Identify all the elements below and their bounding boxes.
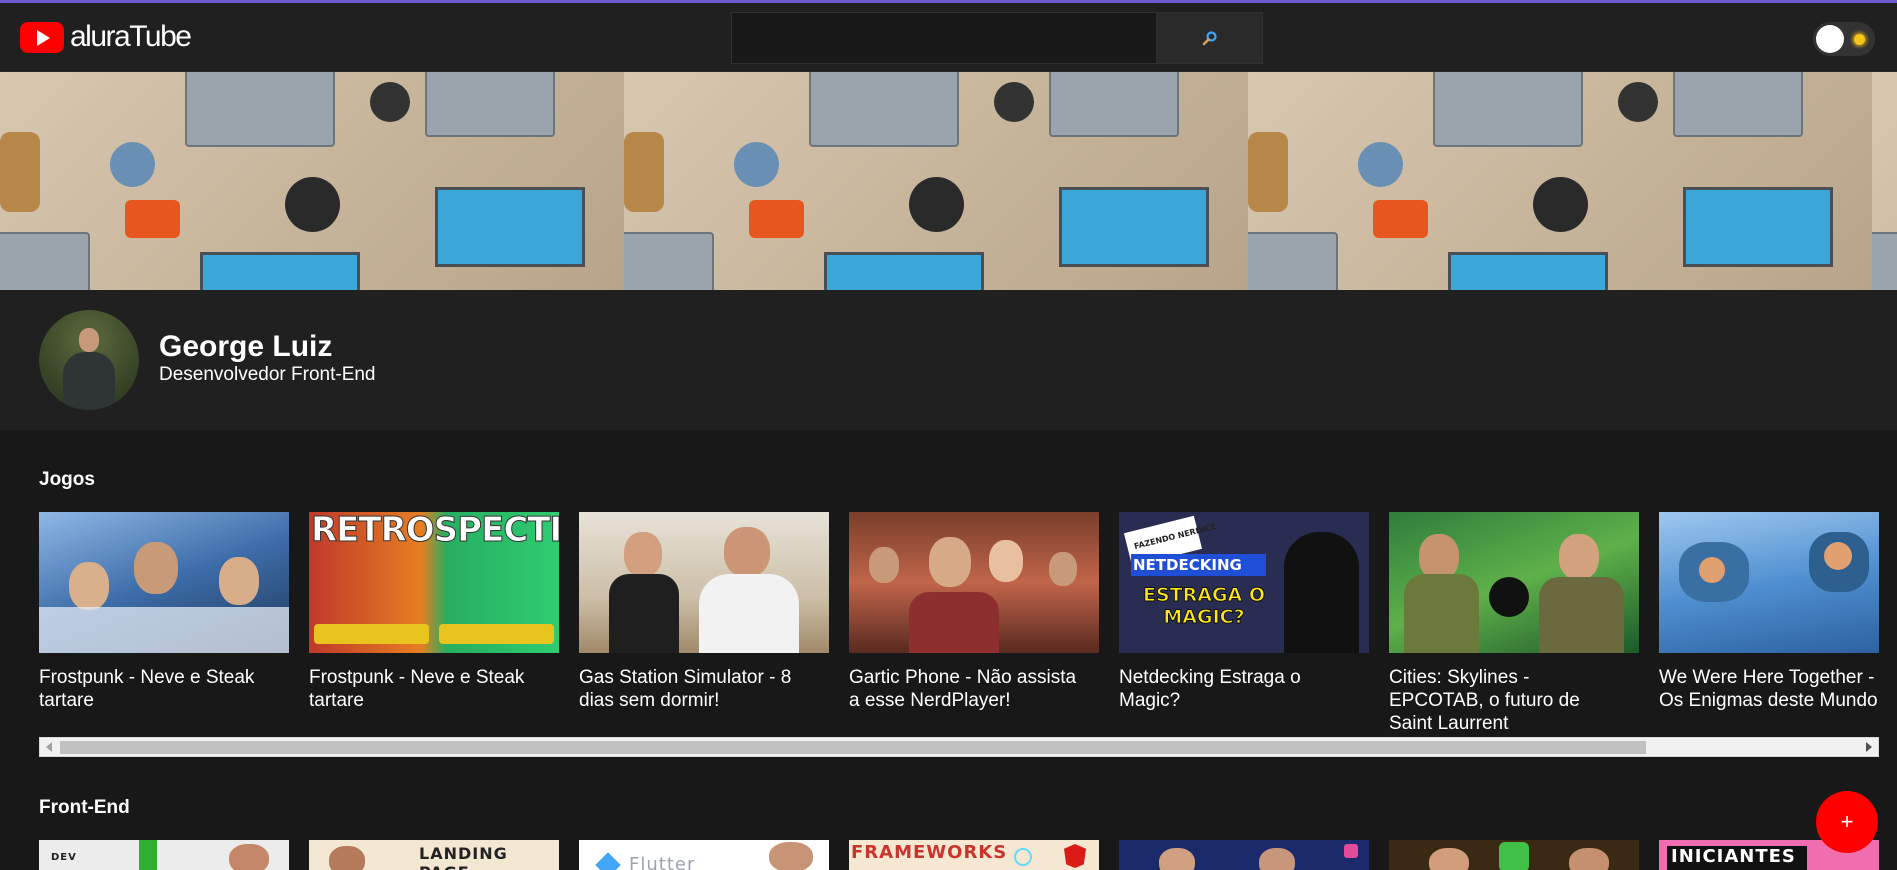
video-thumbnail[interactable]: FAZENDO NERDICE NETDECKING ESTRAGA O MAG… [1119, 512, 1369, 653]
video-thumbnail[interactable] [849, 512, 1099, 653]
video-title[interactable]: Gas Station Simulator - 8 dias sem dormi… [579, 666, 814, 712]
video-title[interactable]: Frostpunk - Neve e Steak tartare [309, 666, 544, 712]
scroll-right-arrow-icon[interactable] [1866, 742, 1872, 752]
video-card[interactable]: Gartic Phone - Não assista a esse NerdPl… [849, 512, 1099, 712]
section-title-front-end: Front-End [39, 797, 130, 818]
video-thumbnail[interactable] [579, 512, 829, 653]
video-row-front-end: DEV LANDING PAGE Flutter FRAMEWORKS INIC… [39, 840, 1879, 870]
video-thumbnail[interactable]: RETROSPECTIVA [309, 512, 559, 653]
thumbnail-text: Flutter [629, 854, 696, 870]
video-thumbnail[interactable] [39, 512, 289, 653]
video-thumbnail[interactable] [1389, 840, 1639, 870]
search-bar [731, 12, 1263, 64]
thumbnail-text: FRAMEWORKS [851, 842, 1008, 863]
add-video-button[interactable]: + [1816, 791, 1878, 853]
banner-image [0, 72, 624, 290]
video-title[interactable]: Frostpunk - Neve e Steak tartare [39, 666, 274, 712]
video-card[interactable]: Gas Station Simulator - 8 dias sem dormi… [579, 512, 829, 712]
video-card[interactable]: Cities: Skylines - EPCOTAB, o futuro de … [1389, 512, 1639, 735]
profile-role: Desenvolvedor Front-End [159, 364, 376, 385]
banner-image [1248, 72, 1872, 290]
video-thumbnail[interactable]: Flutter [579, 840, 829, 870]
video-thumbnail[interactable] [1119, 840, 1369, 870]
video-thumbnail[interactable]: LANDING PAGE [309, 840, 559, 870]
video-card[interactable]: FAZENDO NERDICE NETDECKING ESTRAGA O MAG… [1119, 512, 1369, 712]
thumbnail-text: DEV [51, 852, 77, 863]
magnifier-icon [1202, 31, 1217, 46]
video-thumbnail[interactable]: DEV [39, 840, 289, 870]
section-title-jogos: Jogos [39, 469, 95, 490]
video-card[interactable]: Frostpunk - Neve e Steak tartare [39, 512, 289, 712]
video-card[interactable]: RETROSPECTIVA Frostpunk - Neve e Steak t… [309, 512, 559, 712]
youtube-play-icon [20, 21, 64, 53]
avatar [39, 310, 139, 410]
video-title[interactable]: Gartic Phone - Não assista a esse NerdPl… [849, 666, 1084, 712]
thumbnail-text: RETROSPECTIVA [310, 512, 559, 551]
thumbnail-text: ESTRAGA O MAGIC? [1142, 584, 1266, 629]
theme-toggle[interactable] [1813, 22, 1875, 56]
video-thumbnail[interactable]: FRAMEWORKS [849, 840, 1099, 870]
thumbnail-text: INICIANTES [1671, 846, 1796, 867]
horizontal-scrollbar[interactable] [39, 737, 1879, 757]
video-card[interactable]: We Were Here Together - Os Enigmas deste… [1659, 512, 1879, 712]
sun-icon [1854, 34, 1865, 45]
top-bar: aluraTube [0, 3, 1897, 72]
search-button[interactable] [1156, 13, 1262, 63]
video-title[interactable]: Netdecking Estraga o Magic? [1119, 666, 1354, 712]
video-title[interactable]: Cities: Skylines - EPCOTAB, o futuro de … [1389, 666, 1624, 735]
banner-image [624, 72, 1248, 290]
logo[interactable]: aluraTube [20, 20, 192, 54]
profile-name: George Luiz [159, 330, 333, 363]
video-title[interactable]: We Were Here Together - Os Enigmas deste… [1659, 666, 1879, 712]
logo-text: aluraTube [70, 20, 192, 53]
banner-image [1872, 72, 1897, 290]
scroll-left-arrow-icon[interactable] [46, 742, 52, 752]
video-thumbnail[interactable] [1389, 512, 1639, 653]
thumbnail-text: NETDECKING [1133, 556, 1242, 574]
video-row-jogos: Frostpunk - Neve e Steak tartare RETROSP… [39, 512, 1879, 742]
thumbnail-text: LANDING PAGE [419, 844, 508, 870]
video-thumbnail[interactable] [1659, 512, 1879, 653]
toggle-knob [1816, 25, 1844, 53]
profile-header: George Luiz Desenvolvedor Front-End [0, 290, 1897, 430]
search-input[interactable] [732, 13, 1156, 63]
scrollbar-thumb[interactable] [60, 741, 1646, 754]
profile-banner [0, 72, 1897, 290]
